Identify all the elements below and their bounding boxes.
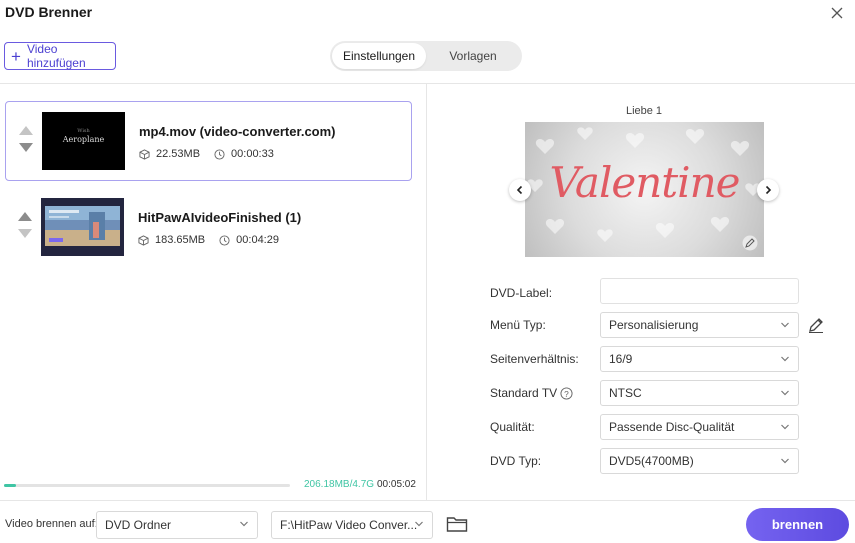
file-size-icon	[138, 234, 149, 246]
video-size: 183.65MB	[155, 234, 206, 246]
video-list-item[interactable]: HitPawAIvideoFinished (1) 183.65MB 00:04…	[5, 188, 412, 268]
svg-text:?: ?	[564, 388, 569, 398]
output-path-value: F:\HitPaw Video Conver...	[280, 518, 418, 532]
thumbnail-caption-small: Wish	[77, 128, 90, 134]
thumbnail-caption: Aeroplane	[62, 135, 105, 144]
aspect-ratio-select[interactable]: 16/9	[600, 346, 799, 372]
dvd-label-label: DVD-Label:	[490, 286, 553, 300]
template-name: Liebe 1	[625, 105, 663, 117]
total-duration: 00:05:02	[377, 479, 416, 490]
dvd-type-value: DVD5(4700MB)	[609, 454, 694, 468]
window-title: DVD Brenner	[5, 4, 93, 20]
video-duration: 00:04:29	[236, 234, 279, 246]
video-duration: 00:00:33	[231, 148, 274, 160]
standard-tv-value: NTSC	[609, 386, 642, 400]
footer-bar: Video brennen auf: DVD Ordner F:\HitPaw …	[0, 500, 855, 543]
burn-target-select[interactable]: DVD Ordner	[96, 511, 258, 539]
reorder-controls	[18, 212, 32, 244]
previous-template-button[interactable]	[509, 179, 531, 201]
dvd-label-input[interactable]	[600, 278, 799, 304]
edit-menu-icon[interactable]	[808, 317, 824, 333]
chevron-left-icon	[516, 185, 523, 195]
output-path-select[interactable]: F:\HitPaw Video Conver...	[271, 511, 433, 539]
chevron-down-icon	[781, 424, 789, 430]
video-name: mp4.mov (video-converter.com)	[139, 124, 336, 139]
video-thumbnail	[41, 198, 124, 256]
menu-type-value: Personalisierung	[609, 318, 699, 332]
chevron-down-icon	[240, 521, 248, 527]
storage-progress-fill	[4, 484, 17, 487]
chevron-down-icon	[415, 521, 423, 527]
standard-tv-select[interactable]: NTSC	[600, 380, 799, 406]
title-bar: DVD Brenner	[0, 0, 855, 28]
chevron-down-icon	[781, 356, 789, 362]
aspect-ratio-label: Seitenverhältnis:	[490, 352, 579, 366]
close-icon[interactable]	[829, 5, 845, 21]
settings-panel: Liebe 1 Valentine DVD-Label: Menü Typ: P…	[428, 84, 855, 500]
tab-einstellungen[interactable]: Einstellungen	[332, 43, 426, 69]
chevron-right-icon	[765, 185, 772, 195]
move-up-icon[interactable]	[19, 126, 33, 135]
add-video-button[interactable]: + Video hinzufügen	[4, 42, 116, 70]
aspect-ratio-value: 16/9	[609, 352, 633, 366]
standard-tv-label: Standard TV	[490, 386, 558, 400]
menu-type-label: Menü Typ:	[490, 318, 546, 332]
toolbar: + Video hinzufügen Einstellungen Vorlage…	[0, 28, 855, 84]
quality-select[interactable]: Passende Disc-Qualität	[600, 414, 799, 440]
video-size: 22.53MB	[156, 148, 201, 160]
burn-button[interactable]: brennen	[746, 508, 849, 541]
video-thumbnail: Wish Aeroplane	[42, 112, 125, 170]
dvd-type-label: DVD Typ:	[490, 454, 542, 468]
video-meta: 183.65MB 00:04:29	[138, 234, 279, 246]
plus-icon: +	[11, 46, 21, 66]
folder-icon[interactable]	[446, 515, 468, 533]
next-template-button[interactable]	[757, 179, 779, 201]
chevron-down-icon	[781, 458, 789, 464]
template-preview-text: Valentine	[549, 158, 740, 207]
template-preview: Valentine	[525, 122, 764, 257]
clock-icon	[214, 148, 225, 160]
chevron-down-icon	[781, 390, 789, 396]
dvd-type-select[interactable]: DVD5(4700MB)	[600, 448, 799, 474]
menu-type-select[interactable]: Personalisierung	[600, 312, 799, 338]
file-size-icon	[139, 148, 150, 160]
quality-value: Passende Disc-Qualität	[609, 420, 735, 434]
burn-to-label: Video brennen auf:	[5, 518, 98, 530]
storage-indicator: 206.18MB/4.7G 00:05:02	[4, 479, 416, 493]
storage-used: 206.18MB/4.7G	[304, 479, 375, 490]
storage-progress-bar	[4, 484, 290, 487]
standard-tv-label-row: Standard TV ?	[490, 386, 573, 400]
tab-vorlagen[interactable]: Vorlagen	[426, 43, 520, 69]
settings-tabs: Einstellungen Vorlagen	[330, 41, 522, 71]
move-down-icon[interactable]	[19, 143, 33, 152]
add-video-label: Video hinzufügen	[26, 42, 86, 70]
reorder-controls	[19, 126, 33, 158]
help-icon[interactable]: ?	[560, 386, 573, 400]
video-list-item[interactable]: Wish Aeroplane mp4.mov (video-converter.…	[5, 101, 412, 181]
thumbnail-image	[41, 198, 124, 256]
quality-label: Qualität:	[490, 420, 535, 434]
clock-icon	[219, 234, 230, 246]
video-list-panel: Wish Aeroplane mp4.mov (video-converter.…	[0, 84, 427, 500]
move-up-icon[interactable]	[18, 212, 32, 221]
move-down-icon[interactable]	[18, 229, 32, 238]
burn-target-value: DVD Ordner	[105, 518, 172, 532]
video-meta: 22.53MB 00:00:33	[139, 148, 274, 160]
edit-template-icon[interactable]	[742, 235, 758, 251]
chevron-down-icon	[781, 322, 789, 328]
video-name: HitPawAIvideoFinished (1)	[138, 210, 302, 225]
